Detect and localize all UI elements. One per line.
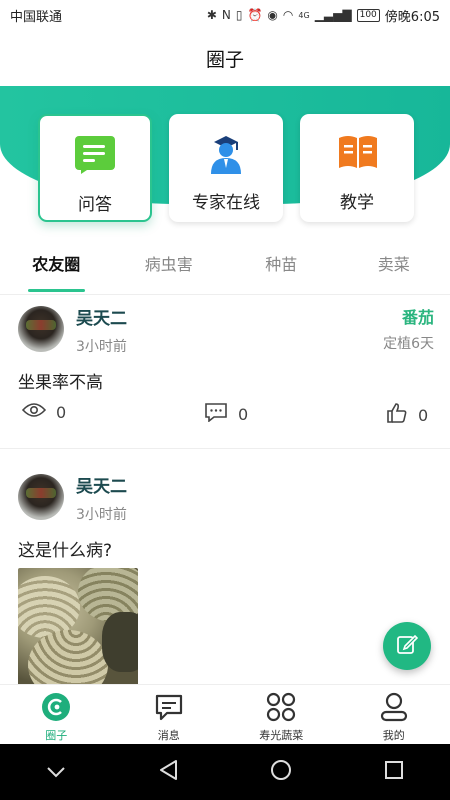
carrier-label: 中国联通	[10, 9, 63, 25]
status-icons: ✱ N ▯ ⏰ ◉ ◠ 4G ▁▃▅▇ 100 傍晚6:05	[207, 6, 440, 25]
post-time: 3小时前	[76, 339, 127, 355]
network-type-label: 4G	[298, 10, 310, 20]
avatar[interactable]	[18, 474, 64, 520]
comment-count-value: 0	[238, 404, 249, 424]
eye-icon	[21, 402, 47, 422]
wifi-icon: ◠	[282, 8, 294, 22]
vibrate-icon: ▯	[235, 8, 243, 22]
card-expert[interactable]: 专家在线	[169, 114, 283, 222]
clock-label: 傍晚6:05	[384, 9, 440, 25]
nav-item-circle[interactable]: 圈子	[0, 685, 113, 744]
nav-label-shouguang-vegetables: 寿光蔬菜	[259, 729, 304, 742]
nav-label-profile: 我的	[382, 729, 405, 742]
profile-icon	[378, 691, 410, 723]
post-item[interactable]: 吴天二 3小时前 番茄 定植6天 坐果率不高 0 0 0	[0, 296, 450, 448]
card-teaching-label: 教学	[340, 193, 374, 213]
post-username[interactable]: 吴天二	[76, 472, 127, 497]
grid-icon	[265, 691, 297, 723]
expert-icon	[206, 134, 246, 174]
nav-item-messages[interactable]: 消息	[113, 685, 226, 744]
bluetooth-icon: ✱	[206, 8, 217, 22]
app-screen: 中国联通 ✱ N ▯ ⏰ ◉ ◠ 4G ▁▃▅▇ 100 傍晚6:05 圈子 问…	[0, 0, 450, 800]
hide-nav-icon[interactable]	[46, 763, 66, 782]
nav-item-profile[interactable]: 我的	[338, 685, 450, 744]
nav-item-shouguang-vegetables[interactable]: 寿光蔬菜	[225, 685, 338, 744]
back-icon[interactable]	[158, 759, 178, 785]
view-count-value: 0	[56, 402, 67, 422]
edit-icon	[396, 633, 419, 659]
avatar[interactable]	[18, 306, 64, 352]
feature-cards: 问答 专家在线 教学	[38, 114, 414, 222]
post-username[interactable]: 吴天二	[76, 304, 127, 329]
comment-count[interactable]: 0	[204, 402, 248, 426]
book-icon	[337, 134, 377, 172]
signal-icon: ▁▃▅▇	[314, 8, 352, 22]
post-text: 这是什么病?	[18, 541, 113, 561]
post-text: 坐果率不高	[18, 373, 103, 393]
tabs-divider	[0, 294, 450, 295]
card-qa-label: 问答	[78, 195, 112, 215]
new-post-button[interactable]	[383, 622, 431, 670]
bottom-nav: 圈子 消息 寿光蔬菜 我的	[0, 684, 450, 744]
tab-farmer-circle[interactable]: 农友圈	[0, 242, 113, 292]
recent-apps-icon[interactable]	[384, 760, 404, 784]
category-tabs: 农友圈 病虫害 种苗 卖菜	[0, 242, 450, 292]
card-expert-label: 专家在线	[192, 193, 260, 213]
nav-label-messages: 消息	[157, 729, 180, 742]
tab-seedlings[interactable]: 种苗	[225, 242, 338, 292]
view-count: 0	[21, 402, 67, 422]
tab-pests[interactable]: 病虫害	[113, 242, 226, 292]
home-icon[interactable]	[270, 759, 292, 785]
comment-icon	[204, 402, 228, 426]
post-image[interactable]	[18, 568, 138, 686]
qa-icon	[75, 136, 115, 174]
system-navigation-bar	[0, 744, 450, 800]
page-title: 圈子	[0, 30, 450, 86]
crop-tag: 番茄	[401, 308, 434, 327]
alarm-icon: ⏰	[247, 8, 263, 22]
card-qa[interactable]: 问答	[38, 114, 152, 222]
post-stats: 0 0 0	[0, 402, 450, 432]
like-count[interactable]: 0	[386, 402, 428, 428]
post-time: 3小时前	[76, 507, 127, 523]
tab-sell-vegetables[interactable]: 卖菜	[338, 242, 450, 292]
like-count-value: 0	[418, 405, 429, 425]
thumbs-up-icon	[386, 402, 408, 428]
message-icon	[153, 691, 185, 723]
growth-stage-tag: 定植6天	[383, 336, 434, 352]
post-item[interactable]: 吴天二 3小时前 这是什么病?	[0, 464, 450, 686]
battery-icon: 100	[356, 8, 380, 22]
card-teaching[interactable]: 教学	[300, 114, 414, 222]
post-separator	[0, 448, 450, 449]
eye-comfort-icon: ◉	[267, 8, 278, 22]
nfc-icon: N	[221, 8, 231, 22]
status-bar: 中国联通 ✱ N ▯ ⏰ ◉ ◠ 4G ▁▃▅▇ 100 傍晚6:05	[0, 0, 450, 30]
nav-label-circle: 圈子	[45, 729, 68, 742]
circle-icon	[40, 691, 72, 723]
